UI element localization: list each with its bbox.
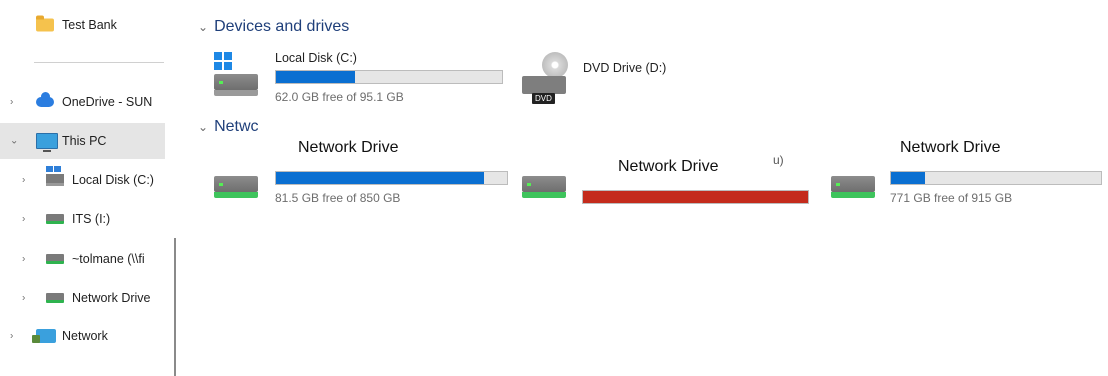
- devices-and-drives-header[interactable]: ⌄ Devices and drives: [198, 18, 349, 36]
- network-drive-icon: [46, 293, 64, 303]
- sidebar-item-test-bank[interactable]: Test Bank: [0, 10, 165, 40]
- chevron-right-icon[interactable]: ›: [10, 331, 13, 342]
- folder-icon: [36, 15, 54, 32]
- sidebar-item-label: Network Drive: [72, 291, 151, 305]
- network-drive-icon: [522, 170, 566, 198]
- drive-name: DVD Drive (D:): [583, 61, 667, 75]
- network-drive-icon: [831, 170, 875, 198]
- free-space-text: 62.0 GB free of 95.1 GB: [275, 90, 404, 104]
- group-title: Devices and drives: [214, 18, 350, 35]
- windows-logo-icon: [214, 52, 232, 70]
- sidebar-item-this-pc[interactable]: ⌄ This PC: [0, 123, 165, 159]
- sidebar-item-label: Local Disk (C:): [72, 173, 154, 187]
- group-title: Netwc: [214, 118, 259, 135]
- free-space-text: 771 GB free of 915 GB: [890, 191, 1013, 205]
- capacity-fill: [891, 172, 925, 184]
- chevron-right-icon[interactable]: ›: [10, 97, 13, 108]
- drive-name-fragment: u): [773, 153, 784, 167]
- sidebar-item-network[interactable]: › Network: [0, 321, 165, 351]
- chevron-right-icon[interactable]: ›: [22, 175, 25, 186]
- capacity-fill: [583, 191, 808, 203]
- disc-icon: [542, 52, 568, 78]
- network-icon: [32, 329, 56, 343]
- dvd-tag: DVD: [532, 93, 555, 104]
- drive-name: Local Disk (C:): [275, 51, 357, 65]
- chevron-right-icon[interactable]: ›: [22, 293, 25, 304]
- capacity-fill: [276, 172, 484, 184]
- capacity-bar: [582, 190, 809, 204]
- capacity-bar: [275, 70, 503, 84]
- scrollbar[interactable]: [174, 238, 176, 376]
- free-space-text: 81.5 GB free of 850 GB: [275, 191, 401, 205]
- sidebar-item-label: ITS (I:): [72, 212, 111, 226]
- local-disk-icon: [46, 166, 64, 186]
- local-disk-icon: [214, 52, 258, 96]
- capacity-bar: [890, 171, 1102, 185]
- sidebar-item-its-drive[interactable]: › ITS (I:): [0, 204, 165, 234]
- cloud-icon: [36, 92, 54, 107]
- chevron-right-icon[interactable]: ›: [22, 254, 25, 265]
- sidebar-item-label: ~tolmane (\\fi: [72, 252, 145, 266]
- divider: [34, 62, 164, 63]
- sidebar-item-network-drive[interactable]: › Network Drive: [0, 283, 165, 313]
- chevron-down-icon: ⌄: [198, 120, 209, 134]
- sidebar-item-label: This PC: [62, 134, 107, 148]
- drive-name-overlay: Network Drive: [900, 139, 1001, 157]
- navigation-pane: Test Bank › OneDrive - SUN ⌄ This PC › L…: [0, 0, 176, 376]
- chevron-down-icon: ⌄: [198, 20, 209, 34]
- chevron-down-icon[interactable]: ⌄: [10, 136, 18, 147]
- capacity-bar: [275, 171, 508, 185]
- sidebar-item-onedrive[interactable]: › OneDrive - SUN: [0, 87, 165, 117]
- network-drive-icon: [46, 214, 64, 224]
- computer-icon: [36, 133, 58, 152]
- network-drive-icon: [46, 254, 64, 264]
- capacity-fill: [276, 71, 356, 83]
- sidebar-item-label: Network: [62, 329, 108, 343]
- sidebar-item-tolmane-drive[interactable]: › ~tolmane (\\fi: [0, 244, 165, 274]
- sidebar-item-label: OneDrive - SUN: [62, 95, 153, 109]
- drive-name-overlay: Network Drive: [618, 158, 719, 176]
- chevron-right-icon[interactable]: ›: [22, 214, 25, 225]
- drive-name-overlay: Network Drive: [298, 139, 399, 157]
- network-locations-header[interactable]: ⌄ Netwc: [198, 118, 259, 136]
- dvd-drive-icon: DVD: [522, 52, 568, 104]
- sidebar-item-local-disk[interactable]: › Local Disk (C:): [0, 165, 165, 195]
- sidebar-item-label: Test Bank: [62, 18, 117, 32]
- network-drive-icon: [214, 170, 258, 198]
